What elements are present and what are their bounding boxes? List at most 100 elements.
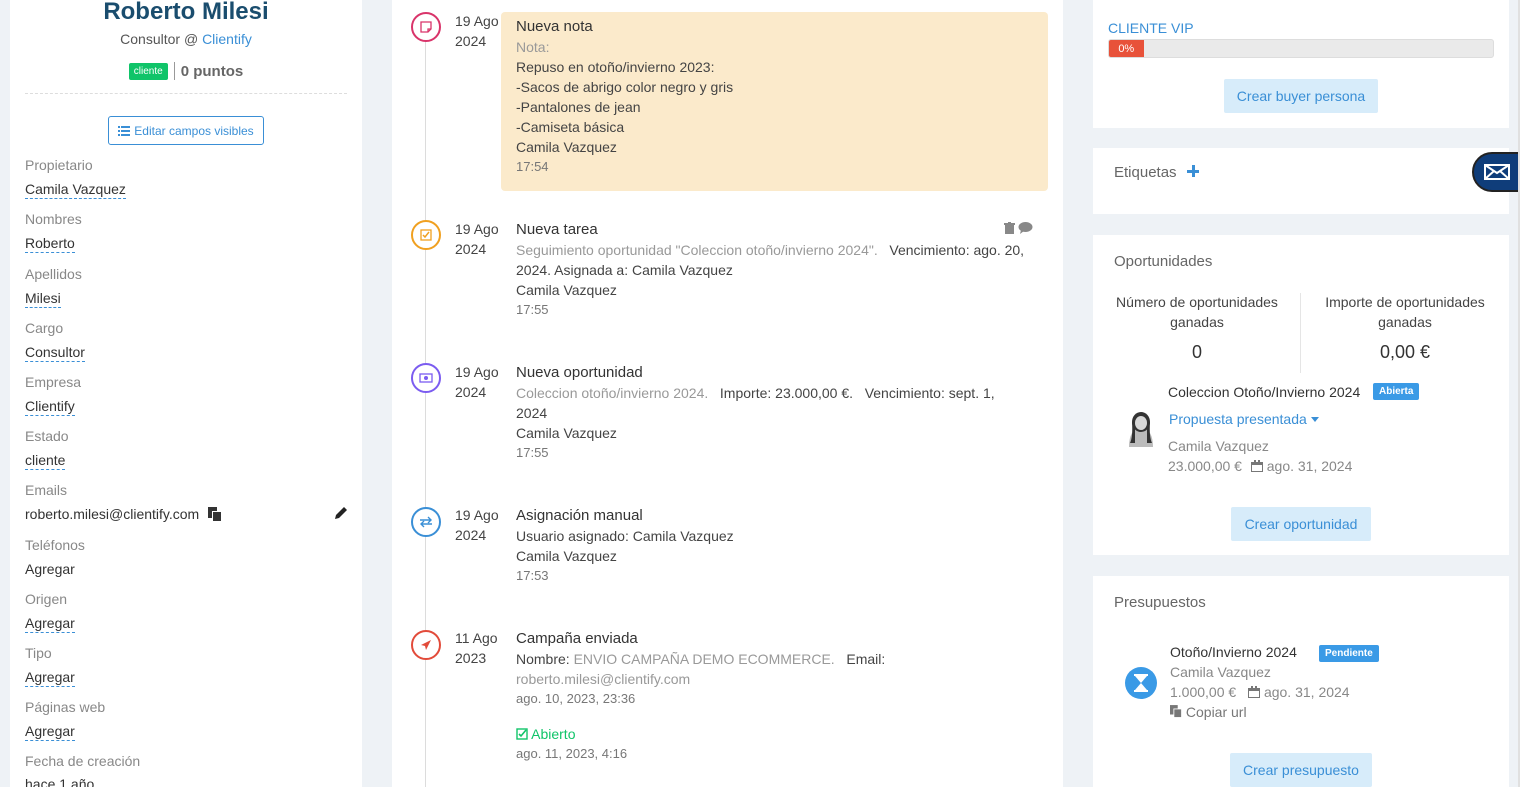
- won-count-label: Número de oportunidades: [1116, 294, 1278, 310]
- date-year: 2024: [455, 527, 487, 543]
- divider: [173, 62, 175, 81]
- opportunity-stage-label: Propuesta presentada: [1169, 411, 1307, 427]
- date-year: 2023: [455, 650, 487, 666]
- budget-meta: 1.000,00 € ago. 31, 2024: [1170, 684, 1350, 700]
- field-value-company[interactable]: Clientify: [25, 398, 75, 416]
- calendar-icon: [1250, 460, 1263, 472]
- avatar: [1121, 407, 1161, 447]
- buyer-persona-card: CLIENTE VIP 0% Crear buyer persona: [1093, 0, 1509, 128]
- note-icon: [411, 12, 441, 42]
- check-square-icon: [516, 728, 528, 740]
- assign-user: Usuario asignado: Camila Vazquez: [516, 528, 734, 544]
- won-count-label: ganadas: [1170, 314, 1224, 330]
- opportunity-amount: Importe: 23.000,00 €.: [719, 385, 854, 401]
- budget-item-name[interactable]: Otoño/Invierno 2024: [1170, 644, 1297, 660]
- trash-icon[interactable]: [1004, 222, 1015, 234]
- date-year: 2024: [455, 384, 487, 400]
- field-label-type: Tipo: [25, 645, 52, 661]
- field-value-websites[interactable]: Agregar: [25, 723, 75, 741]
- note-label: Nota:: [516, 39, 550, 55]
- budgets-card: Presupuestos Otoño/Invierno 2024 Pendien…: [1093, 576, 1509, 787]
- task-author: Camila Vazquez: [516, 282, 617, 298]
- campaign-name: ENVIO CAMPAÑA DEMO ECOMMERCE.: [573, 651, 835, 667]
- note-time: 17:54: [516, 159, 549, 174]
- won-amount-label: Importe de oportunidades: [1325, 294, 1485, 310]
- progress-fill: 0%: [1109, 40, 1144, 57]
- field-value-type[interactable]: Agregar: [25, 669, 75, 687]
- copy-url-link[interactable]: Copiar url: [1170, 704, 1247, 720]
- field-label-status: Estado: [25, 428, 69, 444]
- field-value-phones[interactable]: Agregar: [25, 561, 75, 578]
- note-line: Repuso en otoño/invierno 2023:: [516, 59, 715, 75]
- note-line: -Camiseta básica: [516, 119, 625, 135]
- opportunity-title: Nueva oportunidad: [516, 364, 643, 381]
- timeline-date: 11 Ago 2023: [455, 628, 498, 668]
- field-value-last-name[interactable]: Milesi: [25, 290, 61, 308]
- task-assigned: 2024. Asignada a: Camila Vazquez: [516, 262, 733, 278]
- timeline-line: [425, 30, 426, 787]
- plus-icon[interactable]: [1186, 165, 1199, 177]
- note-line: -Sacos de abrigo color negro y gris: [516, 79, 734, 95]
- calendar-icon: [1248, 686, 1261, 698]
- opportunity-due-year: 2024: [516, 405, 548, 421]
- budget-status-badge: Pendiente: [1319, 645, 1379, 662]
- date-day: 19 Ago: [455, 364, 499, 380]
- contact-company-link[interactable]: Clientify: [202, 31, 252, 47]
- assign-time: 17:53: [516, 568, 549, 583]
- campaign-sent-time: ago. 10, 2023, 23:36: [516, 691, 636, 706]
- hourglass-icon: [1125, 667, 1157, 699]
- campaign-body: Nombre: ENVIO CAMPAÑA DEMO ECOMMERCE. Em…: [516, 649, 885, 764]
- buyer-persona-label: CLIENTE VIP: [1108, 20, 1194, 36]
- copy-icon[interactable]: [208, 507, 222, 522]
- note-title: Nueva nota: [516, 18, 593, 35]
- date-day: 11 Ago: [455, 630, 498, 646]
- field-value-owner[interactable]: Camila Vazquez: [25, 181, 126, 199]
- field-value-first-name[interactable]: Roberto: [25, 235, 75, 253]
- opportunity-item-name[interactable]: Coleccion Otoño/Invierno 2024: [1168, 384, 1360, 400]
- campaign-email-label: Email:: [846, 651, 886, 667]
- field-label-origin: Origen: [25, 591, 68, 607]
- field-label-first-name: Nombres: [25, 211, 82, 227]
- date-day: 19 Ago: [455, 221, 499, 237]
- date-year: 2024: [455, 241, 487, 257]
- task-due: Vencimiento: ago. 20,: [889, 242, 1025, 258]
- money-icon: [411, 363, 441, 393]
- create-opportunity-button[interactable]: Crear oportunidad: [1231, 507, 1371, 541]
- field-label-company: Empresa: [25, 374, 82, 390]
- assign-author: Camila Vazquez: [516, 548, 617, 564]
- opportunity-due: Vencimiento: sept. 1,: [864, 385, 995, 401]
- note-author: Camila Vazquez: [516, 139, 617, 155]
- opportunity-meta: 23.000,00 € ago. 31, 2024: [1168, 458, 1352, 474]
- pencil-icon[interactable]: [334, 506, 348, 520]
- create-buyer-persona-button[interactable]: Crear buyer persona: [1224, 79, 1378, 113]
- won-count-stat: Número de oportunidades ganadas 0: [1108, 292, 1286, 362]
- field-label-phones: Teléfonos: [25, 537, 85, 553]
- contact-name: Roberto Milesi: [103, 0, 269, 25]
- budget-owner: Camila Vazquez: [1170, 664, 1271, 680]
- activity-timeline: 19 Ago 2024 Nueva nota Nota: Repuso en ot…: [392, 0, 1063, 787]
- list-icon: [118, 125, 131, 136]
- copy-url-label: Copiar url: [1185, 704, 1247, 720]
- campaign-title: Campaña enviada: [516, 630, 638, 647]
- field-value-email[interactable]: roberto.milesi@clientify.com: [25, 506, 199, 523]
- assign-title: Asignación manual: [516, 507, 643, 524]
- comment-icon[interactable]: [1018, 222, 1033, 234]
- task-body: Seguimiento oportunidad "Coleccion otoño…: [516, 240, 1024, 320]
- create-budget-button[interactable]: Crear presupuesto: [1230, 753, 1372, 787]
- paper-plane-icon: [411, 630, 441, 660]
- task-icon: [411, 220, 441, 250]
- tags-title: Etiquetas: [1114, 164, 1199, 181]
- task-description: Seguimiento oportunidad "Coleccion otoño…: [516, 242, 878, 258]
- won-amount-value: 0,00 €: [1379, 342, 1431, 362]
- opportunity-amount: 23.000,00 €: [1168, 458, 1242, 474]
- field-value-origin[interactable]: Agregar: [25, 615, 75, 633]
- email-side-tab[interactable]: [1472, 152, 1520, 192]
- budget-amount: 1.000,00 €: [1170, 684, 1237, 700]
- field-value-position[interactable]: Consultor: [25, 344, 85, 362]
- tags-card: Etiquetas: [1093, 148, 1509, 214]
- field-value-status[interactable]: cliente: [25, 452, 66, 470]
- edit-visible-fields-button[interactable]: Editar campos visibles: [108, 116, 264, 145]
- contact-panel: Roberto Milesi Consultor @ Clientify cli…: [10, 0, 362, 787]
- opportunity-stage-dropdown[interactable]: Propuesta presentada: [1169, 411, 1319, 427]
- campaign-name-label: Nombre:: [516, 651, 570, 667]
